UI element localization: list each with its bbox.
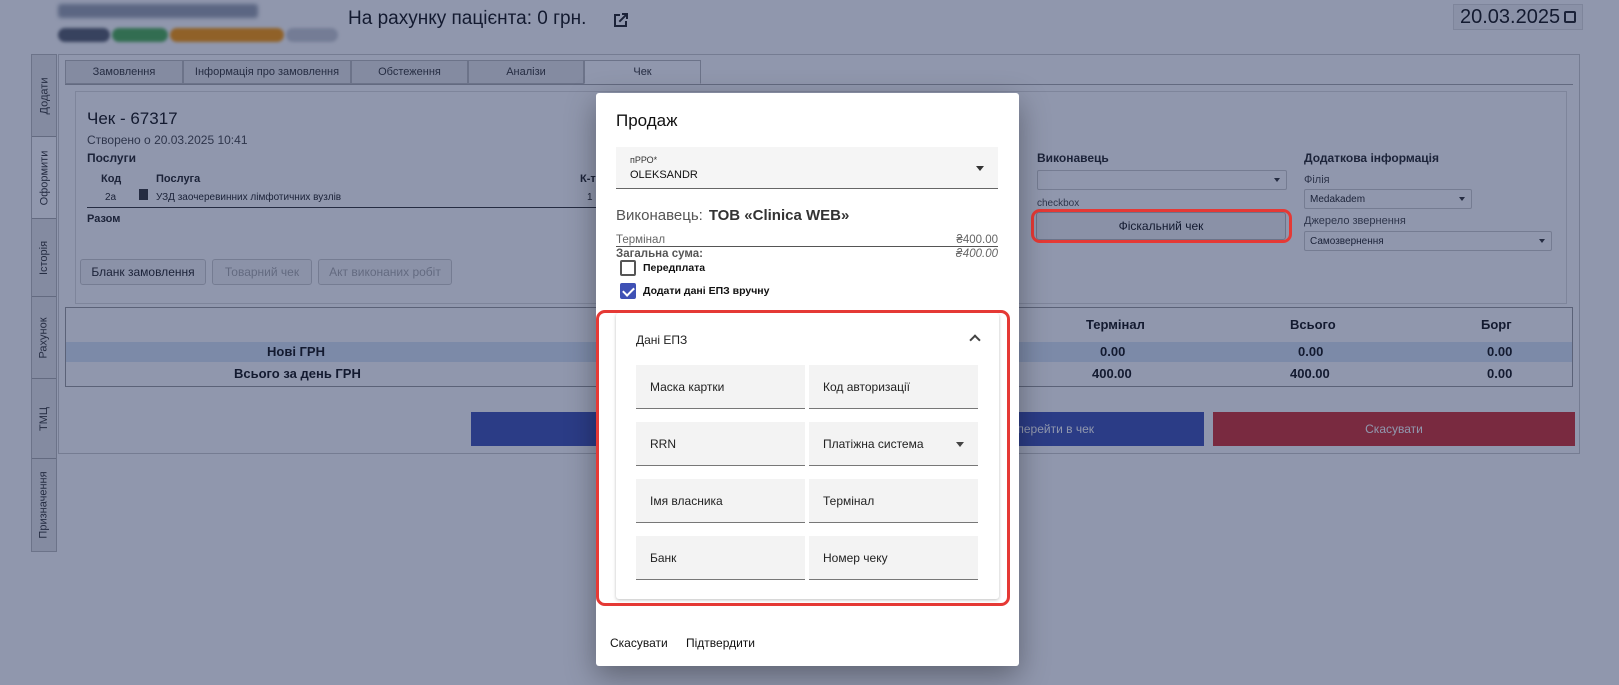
terminal-label: Термінал [616,234,666,246]
executor-value: ТОВ «Clinica WEB» [708,207,850,224]
epz-manual-checkbox[interactable] [620,283,636,299]
terminal-row: Термінал ₴400.00 [616,234,998,247]
executor-label: Виконавець: [616,207,703,224]
epz-manual-label: Додати дані ЕПЗ вручну [643,285,770,297]
dialog-title: Продаж [616,111,678,130]
prro-label: пРРО* [630,155,658,165]
highlight-ring [1031,209,1292,243]
dialog-confirm-button[interactable]: Підтвердити [686,636,755,650]
overpay-checkbox[interactable] [620,260,636,276]
executor-line: Виконавець: ТОВ «Clinica WEB» [616,207,849,224]
total-amount: ₴400.00 [955,248,998,260]
total-label: Загальна сума: [616,248,703,260]
highlight-ring [596,310,1010,606]
overpay-label: Передплата [643,262,706,274]
dialog-cancel-button[interactable]: Скасувати [610,636,668,650]
terminal-amount: ₴400.00 [956,234,998,246]
total-row: Загальна сума: ₴400.00 [616,248,998,260]
chevron-down-icon [976,166,984,171]
prro-select[interactable]: пРРО* OLEKSANDR [616,147,998,189]
prro-value: OLEKSANDR [630,169,698,181]
